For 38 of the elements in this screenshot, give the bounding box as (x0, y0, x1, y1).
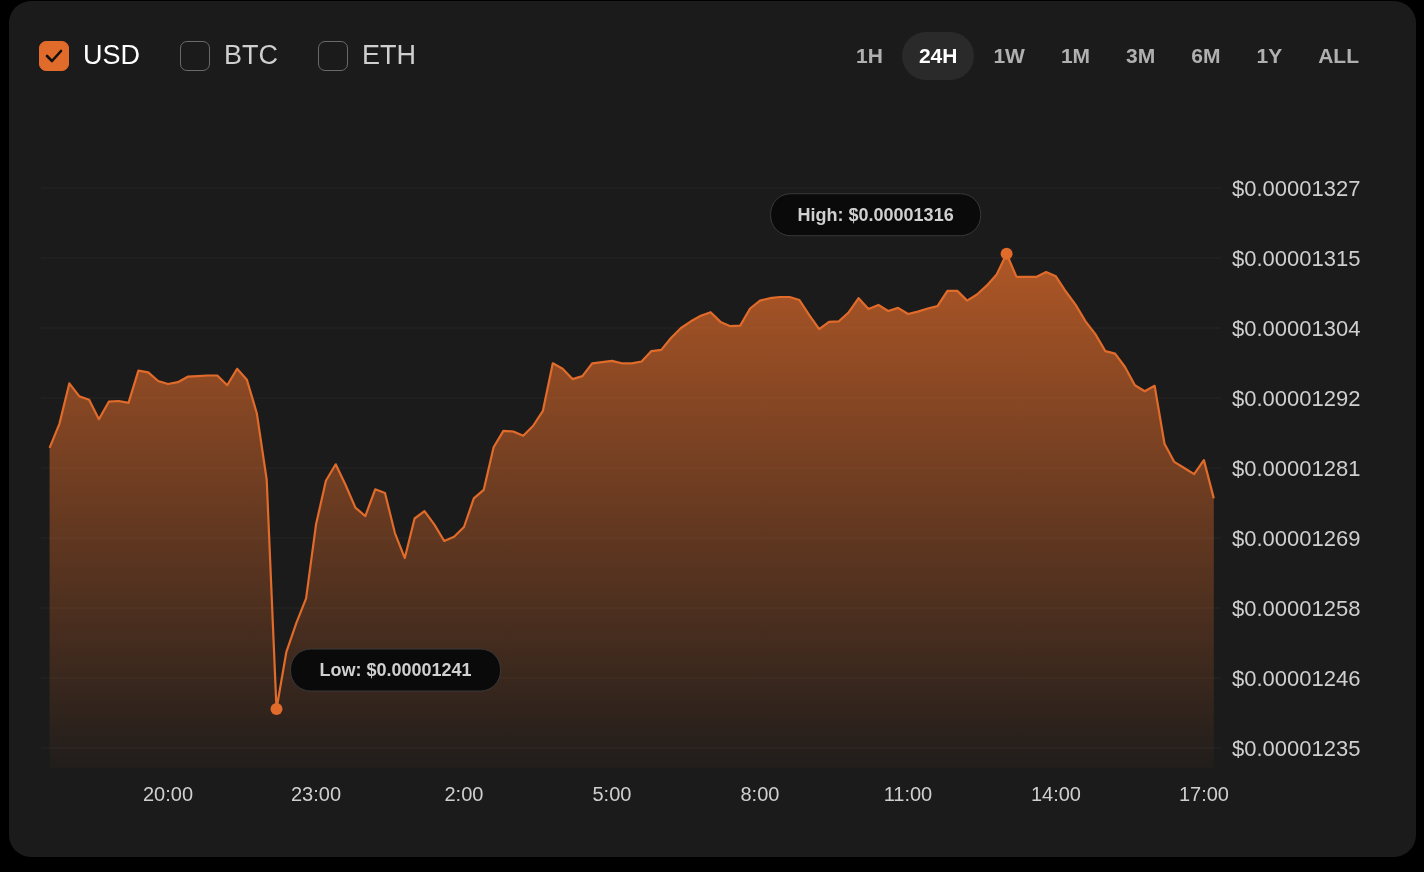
x-axis-label: 14:00 (1030, 783, 1081, 805)
y-axis-label: $0.00001292 (1232, 386, 1361, 411)
currency-label[interactable]: BTC (224, 40, 278, 71)
x-axis-label: 23:00 (290, 783, 341, 805)
y-axis-label: $0.00001304 (1232, 316, 1361, 341)
x-axis-label: 20:00 (142, 783, 193, 805)
y-axis-label: $0.00001327 (1232, 176, 1361, 201)
range-tab[interactable]: 3M (1109, 31, 1173, 80)
range-tab[interactable]: 24H (901, 31, 975, 80)
range-tab[interactable]: 6M (1174, 31, 1238, 80)
high-point-marker (1000, 247, 1013, 260)
y-axis-label: $0.00001315 (1232, 246, 1361, 271)
annotation: Low: $0.00001241 (319, 660, 472, 681)
range-tab[interactable]: 1M (1043, 31, 1108, 80)
high-price-label: High: $0.00001316 (770, 193, 982, 237)
y-axis-label: $0.00001269 (1232, 526, 1361, 551)
checkmark-icon (45, 48, 63, 63)
y-axis-label: $0.00001246 (1232, 666, 1361, 691)
currency-label[interactable]: USD (83, 40, 140, 71)
range-tab[interactable]: 1W (976, 31, 1042, 80)
x-axis-label: 2:00 (444, 783, 484, 805)
y-axis-label: $0.00001281 (1232, 456, 1361, 481)
y-axis-label: $0.00001258 (1232, 596, 1361, 621)
x-axis-label: 5:00 (592, 783, 632, 805)
low-point-marker (270, 703, 283, 716)
checkbox[interactable] (318, 40, 348, 71)
range-tab[interactable]: 1H (839, 31, 900, 80)
range-tab[interactable]: 1Y (1239, 31, 1300, 80)
checkbox[interactable] (39, 40, 69, 71)
low-price-label: Low: $0.00001241 (290, 648, 501, 692)
y-axis-label: $0.00001235 (1232, 736, 1361, 761)
x-axis-label: 8:00 (740, 783, 780, 805)
checkbox[interactable] (180, 40, 210, 71)
currency-label[interactable]: ETH (362, 40, 416, 71)
range-tab[interactable]: ALL (1301, 31, 1376, 80)
annotation: High: $0.00001316 (797, 204, 954, 225)
x-axis-label: 17:00 (1178, 783, 1229, 805)
x-axis-label: 11:00 (883, 783, 933, 805)
